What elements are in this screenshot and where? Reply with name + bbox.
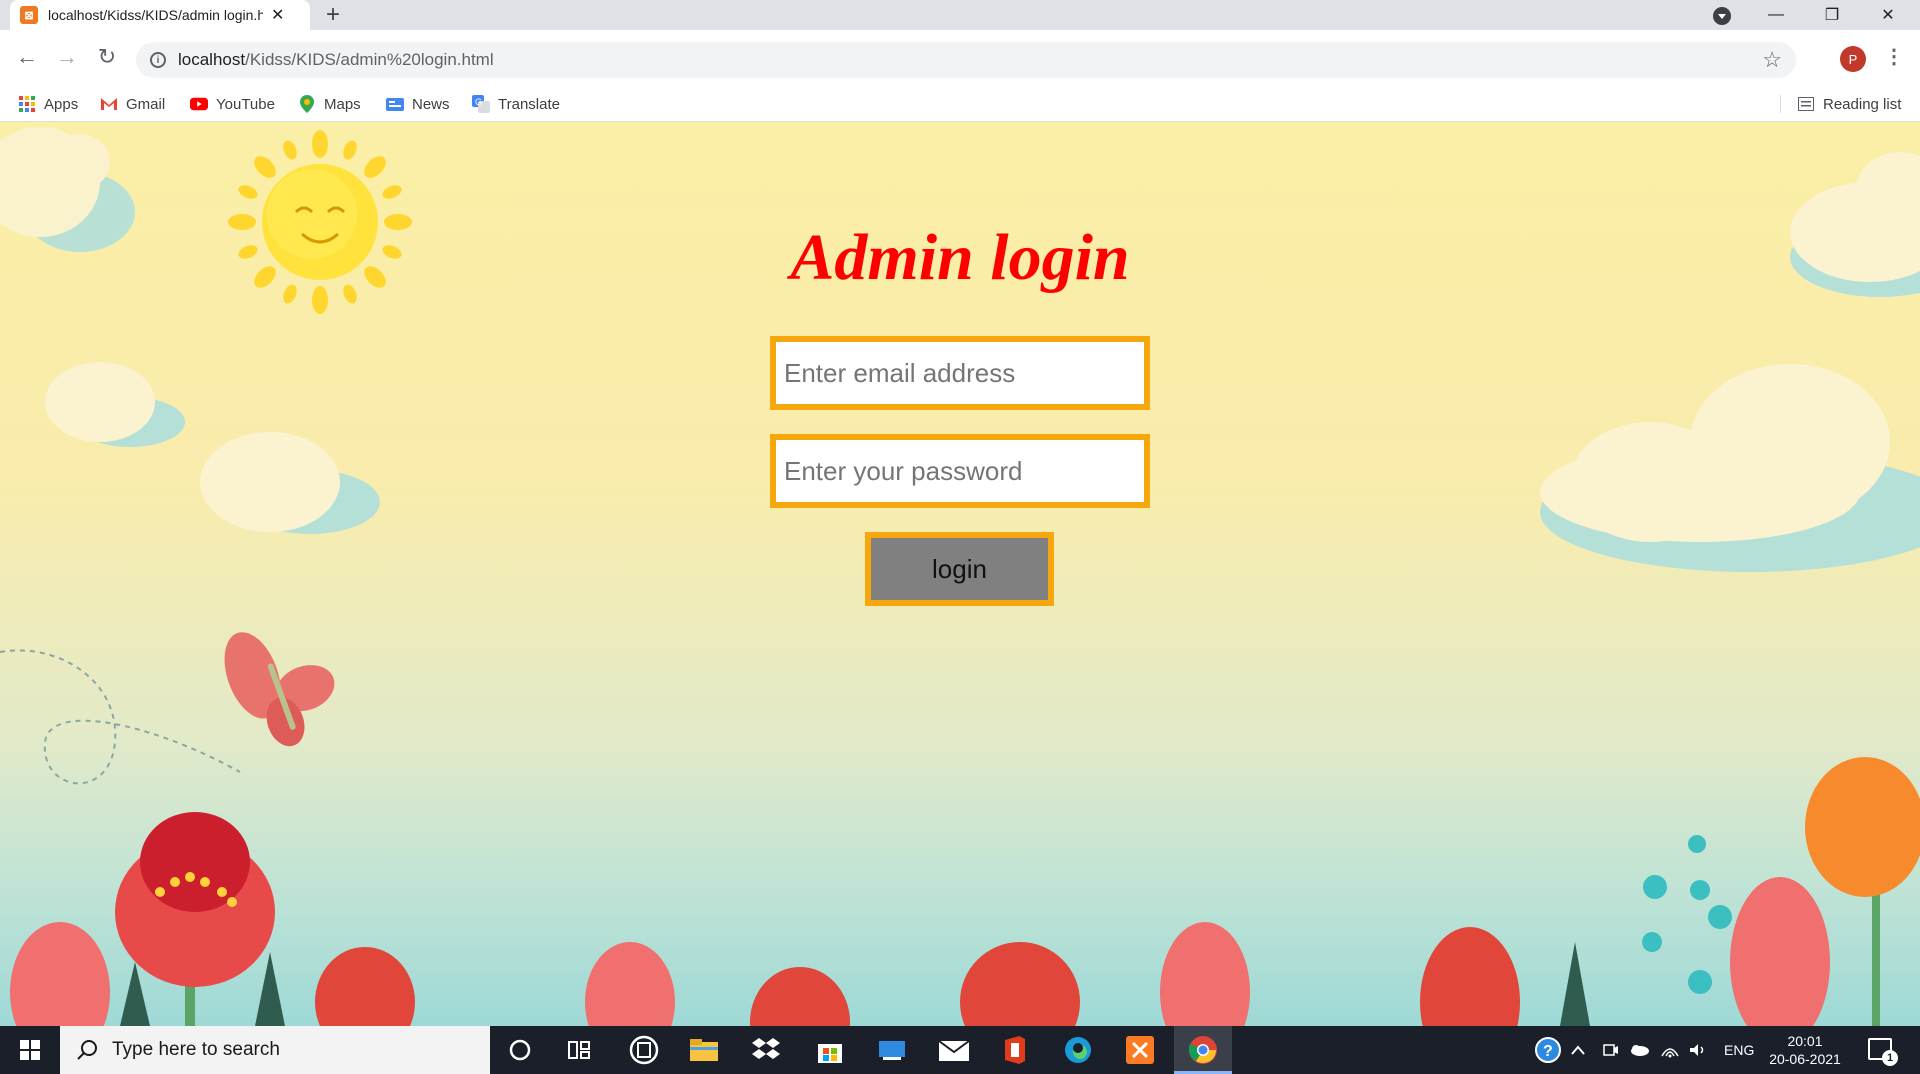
- bookmark-translate[interactable]: G Translate: [472, 95, 560, 113]
- search-placeholder: Type here to search: [112, 1039, 280, 1060]
- bookmark-maps[interactable]: Maps: [298, 95, 361, 113]
- url-host: localhost: [178, 50, 246, 69]
- apps-grid-icon: [18, 95, 36, 113]
- wifi-icon[interactable]: [1660, 1026, 1680, 1074]
- language-indicator[interactable]: ENG: [1724, 1026, 1754, 1074]
- tab-title: localhost/Kidss/KIDS/admin login.html: [48, 7, 263, 23]
- browser-tab[interactable]: ⊠ localhost/Kidss/KIDS/admin login.html …: [10, 0, 310, 30]
- youtube-icon: [190, 95, 208, 113]
- butterfly: [224, 632, 335, 747]
- restore-button[interactable]: ❐: [1804, 0, 1860, 30]
- bookmark-label: News: [412, 95, 450, 113]
- close-window-button[interactable]: ✕: [1860, 0, 1916, 30]
- bookmark-apps[interactable]: Apps: [18, 95, 78, 113]
- password-input[interactable]: [770, 434, 1150, 508]
- bookmark-label: YouTube: [216, 95, 275, 113]
- search-icon: [77, 1040, 97, 1060]
- tab-search-icon[interactable]: [1713, 7, 1731, 25]
- translate-icon: G: [472, 95, 490, 113]
- page-viewport: Admin login login: [0, 122, 1920, 1026]
- bookmark-star-icon[interactable]: ☆: [1762, 47, 1782, 73]
- reading-list-label: Reading list: [1823, 95, 1902, 113]
- address-bar[interactable]: i localhost/Kidss/KIDS/admin%20login.htm…: [136, 42, 1796, 78]
- news-icon: [386, 95, 404, 113]
- clock-date: 20-06-2021: [1769, 1051, 1841, 1067]
- app-launcher-icon[interactable]: [620, 1032, 668, 1068]
- new-tab-button[interactable]: +: [326, 2, 340, 28]
- bookmark-label: Translate: [498, 95, 560, 113]
- task-view-icon[interactable]: [556, 1032, 604, 1068]
- site-info-icon[interactable]: i: [150, 52, 166, 68]
- email-input[interactable]: [770, 336, 1150, 410]
- onedrive-icon[interactable]: [1628, 1026, 1650, 1074]
- chrome-icon[interactable]: [1179, 1032, 1227, 1068]
- svg-text:G: G: [475, 97, 482, 107]
- office-icon[interactable]: [990, 1032, 1038, 1068]
- cloud-left-1: [45, 362, 185, 447]
- notification-count-badge: 1: [1882, 1050, 1898, 1066]
- login-button[interactable]: login: [865, 532, 1054, 606]
- back-button[interactable]: ←: [10, 40, 44, 74]
- browser-toolbar: ← → ↻ i localhost/Kidss/KIDS/admin%20log…: [0, 30, 1920, 88]
- bookmark-label: Maps: [324, 95, 361, 113]
- url-text[interactable]: localhost/Kidss/KIDS/admin%20login.html: [178, 50, 494, 70]
- remote-desktop-icon[interactable]: [868, 1032, 916, 1068]
- bookmark-news[interactable]: News: [386, 95, 450, 113]
- tab-strip: ⊠ localhost/Kidss/KIDS/admin login.html …: [0, 0, 1920, 30]
- volume-icon[interactable]: [1688, 1026, 1708, 1074]
- page-title: Admin login: [790, 221, 1130, 294]
- butterfly-trail: [0, 649, 241, 785]
- reload-button[interactable]: ↻: [90, 40, 124, 74]
- windows-logo-icon: [20, 1040, 40, 1060]
- bookmark-gmail[interactable]: Gmail: [100, 95, 165, 113]
- gmail-icon: [100, 95, 118, 113]
- url-path: /Kidss/KIDS/admin%20login.html: [245, 50, 494, 69]
- cloud-right-large: [1540, 364, 1920, 572]
- close-tab-icon[interactable]: ✕: [271, 5, 284, 25]
- flowers-bottom: [10, 757, 1920, 1026]
- forward-button[interactable]: →: [50, 40, 84, 74]
- xampp-favicon-icon: ⊠: [20, 6, 38, 24]
- taskbar-clock[interactable]: 20:01 20-06-2021: [1764, 1032, 1846, 1068]
- cloud-left-2: [200, 432, 380, 534]
- profile-avatar[interactable]: P: [1840, 46, 1866, 72]
- help-icon[interactable]: ?: [1524, 1032, 1572, 1068]
- maps-pin-icon: [298, 95, 316, 113]
- bookmarks-bar: Apps Gmail YouTube Maps News G Translate: [0, 88, 1920, 122]
- reading-list-icon: [1797, 95, 1815, 113]
- xampp-icon[interactable]: [1116, 1032, 1164, 1068]
- reading-list-button[interactable]: Reading list: [1780, 95, 1901, 113]
- bookmark-label: Gmail: [126, 95, 166, 113]
- chrome-menu-icon[interactable]: ⋮: [1884, 44, 1904, 69]
- windows-start-button[interactable]: [0, 1026, 60, 1074]
- bookmark-label: Apps: [44, 95, 79, 113]
- clock-time: 20:01: [1787, 1033, 1823, 1049]
- tray-chevron-icon[interactable]: [1570, 1026, 1586, 1074]
- svg-text:?: ?: [1543, 1043, 1553, 1060]
- notification-center-icon[interactable]: 1: [1868, 1038, 1898, 1066]
- file-explorer-icon[interactable]: [680, 1032, 728, 1068]
- edge-icon[interactable]: [1054, 1032, 1102, 1068]
- dropbox-icon[interactable]: [742, 1032, 790, 1068]
- taskbar-search-box[interactable]: Type here to search: [60, 1026, 490, 1074]
- mail-icon[interactable]: [930, 1032, 978, 1068]
- minimize-button[interactable]: —: [1748, 0, 1804, 30]
- windows-taskbar: Type here to search ? ENG 20:01 20-06-20…: [0, 1026, 1920, 1074]
- meet-now-icon[interactable]: [1602, 1026, 1620, 1074]
- cortana-icon[interactable]: [496, 1032, 544, 1068]
- bookmark-youtube[interactable]: YouTube: [190, 95, 275, 113]
- microsoft-store-icon[interactable]: [806, 1032, 854, 1068]
